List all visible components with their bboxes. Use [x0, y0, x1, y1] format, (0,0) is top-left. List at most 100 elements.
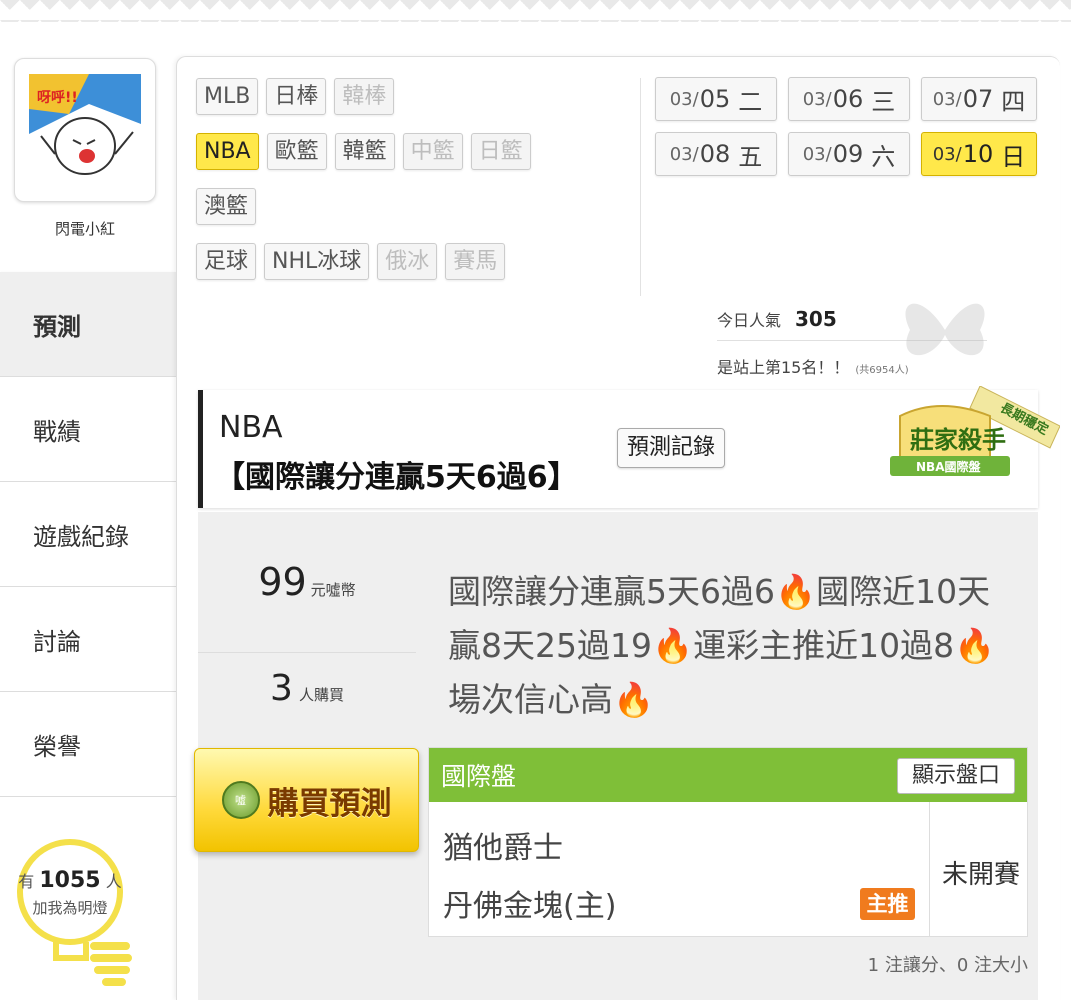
side-nav: 預測 戰績 遊戲紀錄 討論 榮譽 [0, 272, 176, 797]
side-nav-item-predict[interactable]: 預測 [0, 272, 176, 377]
date-month: 03/ [669, 88, 699, 110]
fire-icon: 🔥 [613, 680, 655, 719]
user-name: 閃電小紅 [54, 220, 115, 238]
sport-tag[interactable]: 日棒 [266, 78, 327, 115]
rank-text: 是站上第15名！！ [717, 358, 850, 377]
league-name: NBA [219, 410, 283, 445]
side-nav-item-game-history[interactable]: 遊戲紀錄 [0, 482, 176, 587]
date-button[interactable]: 03/06 三 [788, 77, 910, 121]
date-weekday: 日 [1001, 142, 1026, 171]
popularity-label: 今日人氣 [717, 311, 782, 330]
avatar[interactable]: 呀呼!! [14, 58, 156, 202]
badge-title-text: 莊家殺手 [910, 426, 1006, 454]
sport-tag-row: 澳籃 [196, 188, 636, 225]
side-nav-item-record[interactable]: 戰績 [0, 377, 176, 482]
sport-filter: MLB 日棒 韓棒 NBA 歐籃 韓籃 中籃 日籃 澳籃 足球 NHL冰球 俄冰 賽馬 [196, 78, 636, 298]
sport-tag-row: NBA 歐籃 韓籃 中籃 日籃 [196, 133, 636, 170]
fire-icon: 🔥 [651, 626, 694, 665]
sport-tag[interactable]: 澳籃 [196, 188, 257, 225]
date-weekday: 六 [871, 142, 896, 171]
main-pick-badge: 主推 [860, 888, 915, 920]
description-phrase: 運彩主推近10過8 [693, 626, 955, 665]
sport-tag[interactable]: 歐籃 [266, 133, 327, 170]
date-button[interactable]: 03/07 四 [921, 77, 1037, 121]
sport-tag-row: 足球 NHL冰球 俄冰 賽馬 [196, 243, 636, 280]
date-day: 05 [699, 85, 731, 113]
date-weekday: 二 [738, 87, 763, 116]
date-month: 03/ [802, 88, 832, 110]
top-border-decoration [0, 0, 1071, 22]
badge-sub-text: NBA國際盤 [916, 459, 981, 474]
price-divider [198, 652, 416, 653]
prediction-title: 【國際讓分連贏5天6過6】 [215, 460, 578, 495]
game-card: 國際盤 顯示盤口 猶他爵士 丹佛金塊(主) 主推 未開賽 [428, 747, 1028, 937]
buyer-number: 3 [270, 668, 293, 709]
price: 99 元噓幣 [198, 560, 416, 604]
dealer-killer-badge-icon: 長期穩定 莊家殺手 NBA國際盤 [890, 386, 1060, 476]
svg-text:呀呼!!: 呀呼!! [37, 89, 78, 106]
butterfly-watermark-icon [905, 303, 985, 356]
avatar-image: 呀呼!! [29, 74, 141, 186]
sport-tag[interactable]: MLB [196, 78, 259, 115]
bet-summary: 1 注讓分、0 注大小 [867, 955, 1028, 976]
buy-prediction-button[interactable]: 噓 購買預測 [194, 748, 419, 852]
game-card-divider [929, 802, 930, 937]
game-card-header: 國際盤 顯示盤口 [429, 748, 1027, 802]
date-button[interactable]: 03/10 日 [921, 132, 1037, 176]
follower-suffix: 人 [105, 872, 122, 891]
market-name: 國際盤 [441, 762, 517, 791]
follower-prefix: 有 [18, 872, 35, 891]
price-unit: 元噓幣 [310, 581, 356, 599]
follower-number: 1055 [39, 868, 101, 893]
price-value: 99 [258, 560, 307, 604]
side-nav-item-discussion[interactable]: 討論 [0, 587, 176, 692]
date-month: 03/ [932, 88, 962, 110]
buyer-count: 3 人購買 [198, 668, 416, 709]
date-month: 03/ [669, 143, 699, 165]
home-team: 丹佛金塊(主) [443, 889, 617, 924]
rank-info: 是站上第15名！！ (共6954人) [717, 354, 909, 378]
date-weekday: 三 [871, 87, 896, 116]
buyer-unit: 人購買 [298, 686, 344, 704]
show-line-button[interactable]: 顯示盤口 [896, 758, 1015, 794]
sport-tag: 俄冰 [377, 243, 438, 280]
follower-count[interactable]: 有 1055 人 加我為明燈 [10, 868, 130, 918]
prediction-description: 國際讓分連贏5天6過6🔥國際近10天贏8天25過19🔥運彩主推近10過8🔥場次信… [448, 565, 1023, 727]
date-button[interactable]: 03/05 二 [655, 77, 777, 121]
date-day: 07 [962, 85, 994, 113]
prediction-record-button[interactable]: 預測記錄 [617, 428, 726, 468]
description-phrase: 國際讓分連贏5天6過6 [448, 572, 775, 611]
sport-tag[interactable]: NBA [196, 133, 259, 170]
date-day: 06 [832, 85, 864, 113]
date-month: 03/ [932, 143, 962, 165]
date-weekday: 五 [738, 142, 763, 171]
matchup: 猶他爵士 丹佛金塊(主) [443, 820, 616, 936]
sport-tag: 中籃 [402, 133, 463, 170]
popularity-value: 305 [795, 307, 837, 331]
sport-tag[interactable]: 韓籃 [334, 133, 395, 170]
date-button[interactable]: 03/08 五 [655, 132, 777, 176]
popularity: 今日人氣 305 [717, 307, 837, 331]
sport-tag[interactable]: NHL冰球 [264, 243, 370, 280]
sport-tag[interactable]: 足球 [196, 243, 257, 280]
side-nav-item-honor[interactable]: 榮譽 [0, 692, 176, 797]
description-phrase: 場次信心高 [448, 680, 613, 719]
date-day: 10 [962, 140, 994, 168]
date-selector: 03/05 二 03/06 三 03/07 四 03/08 五 03/09 六 03/10 日 [655, 77, 1037, 176]
sport-tag: 賽馬 [445, 243, 506, 280]
filter-divider [640, 78, 641, 296]
date-button[interactable]: 03/09 六 [788, 132, 910, 176]
date-weekday: 四 [1001, 87, 1026, 116]
date-month: 03/ [802, 143, 832, 165]
fire-icon: 🔥 [775, 572, 817, 611]
game-status: 未開賽 [941, 860, 1020, 890]
follow-label: 加我為明燈 [32, 899, 108, 917]
away-team: 猶他爵士 [443, 831, 563, 866]
sport-tag-row: MLB 日棒 韓棒 [196, 78, 636, 115]
fire-icon: 🔥 [954, 626, 996, 665]
sport-tag: 韓棒 [334, 78, 395, 115]
sport-tag: 日籃 [470, 133, 531, 170]
date-day: 08 [699, 140, 731, 168]
coin-icon: 噓 [221, 781, 260, 819]
date-day: 09 [832, 140, 864, 168]
